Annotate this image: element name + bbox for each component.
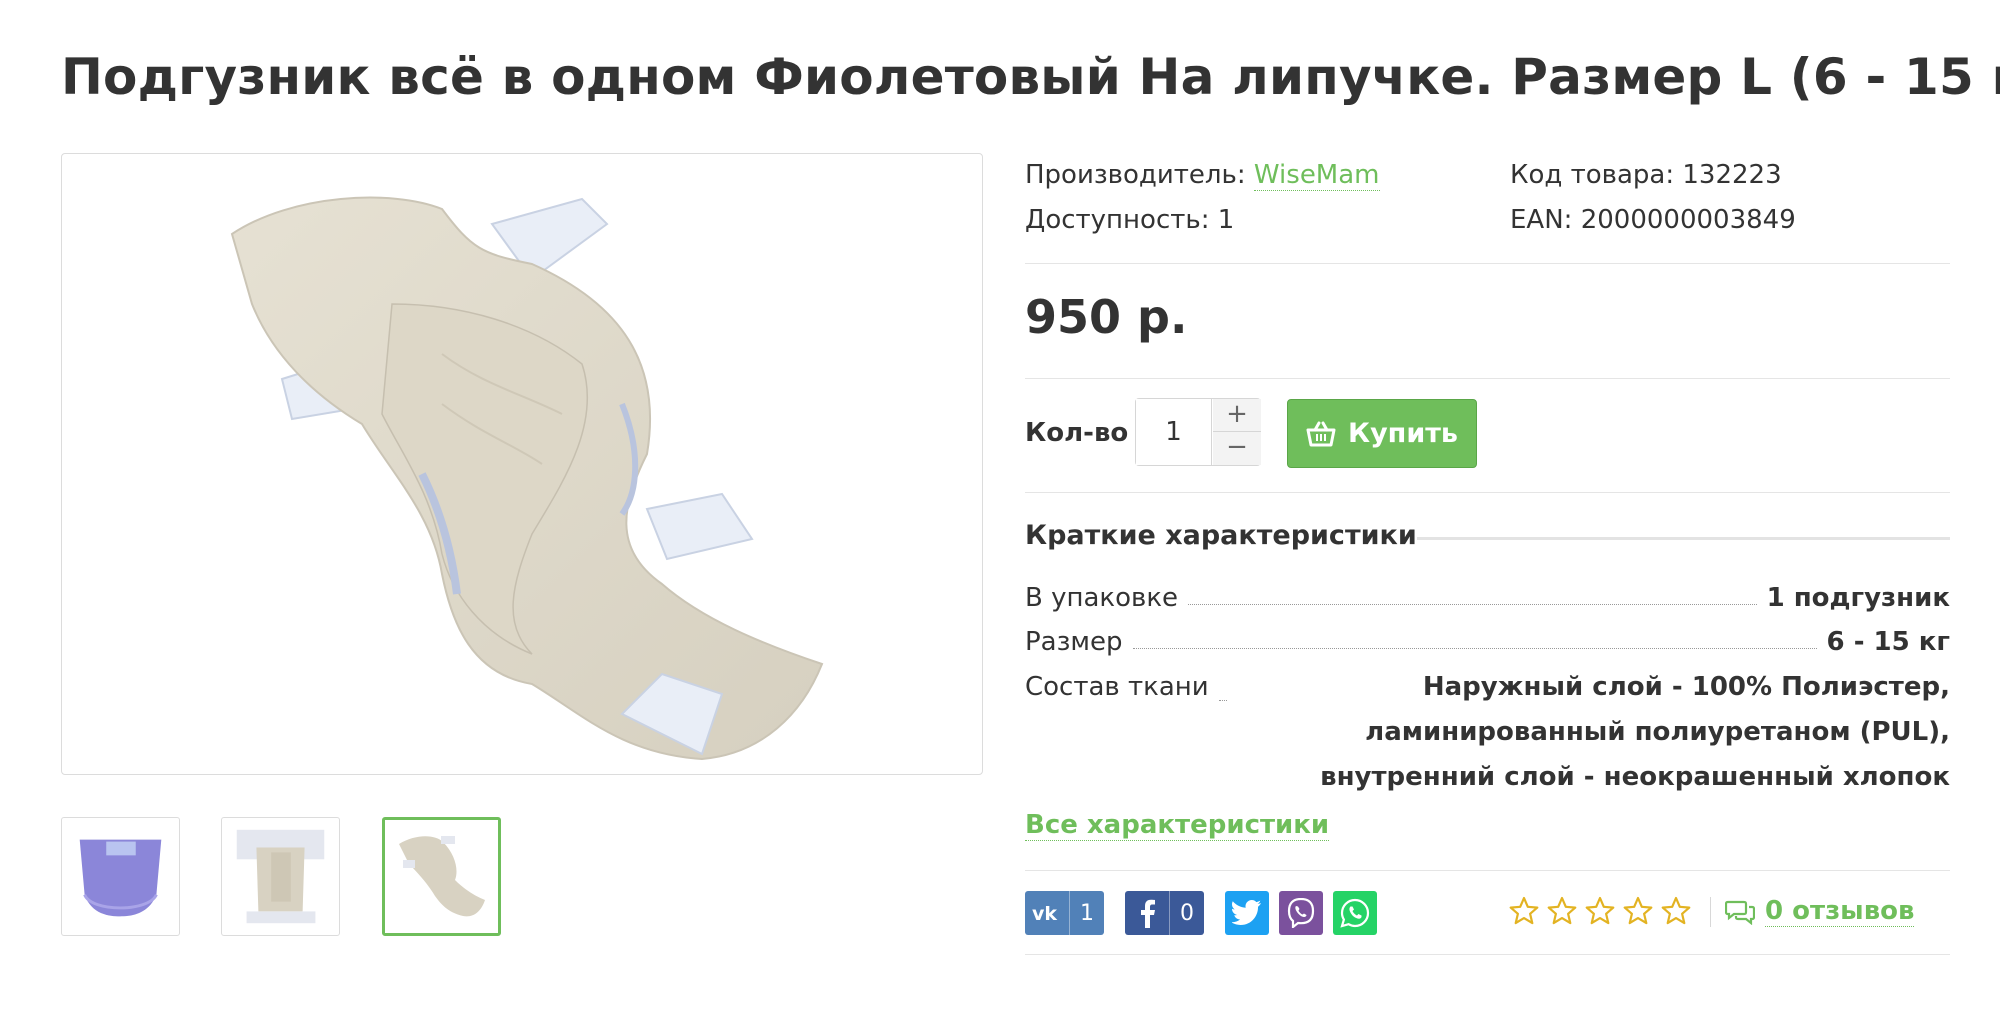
quantity-input[interactable] <box>1136 399 1212 465</box>
comments-icon <box>1725 900 1755 925</box>
diaper-open-illustration <box>230 196 824 761</box>
availability-value: 1 <box>1217 205 1235 235</box>
quantity-plus-button[interactable]: + <box>1213 399 1261 432</box>
facebook-icon <box>1125 891 1169 935</box>
basket-icon <box>1306 421 1336 446</box>
spec-dots <box>1132 648 1817 649</box>
viber-icon <box>1279 891 1323 935</box>
facebook-share-button[interactable]: 0 <box>1125 891 1204 935</box>
ean-label: EAN: <box>1510 205 1573 235</box>
star-outline-icon[interactable] <box>1584 895 1616 927</box>
spec-name: В упаковке <box>1025 583 1179 613</box>
star-outline-icon[interactable] <box>1622 895 1654 927</box>
diaper-inside-icon <box>236 829 325 924</box>
divider <box>1025 870 1950 871</box>
spec-row: В упаковке 1 подгузник <box>1025 583 1950 613</box>
buy-button[interactable]: Купить <box>1287 399 1477 468</box>
quantity-stepper: + − <box>1135 398 1261 466</box>
spec-value: 1 подгузник <box>1766 583 1950 613</box>
spec-value: 6 - 15 кг <box>1826 627 1950 657</box>
star-outline-icon[interactable] <box>1660 895 1692 927</box>
reviews-count: 0 отзывов <box>1765 896 1915 927</box>
thumbnail-diaper-inside[interactable] <box>221 817 340 936</box>
whatsapp-share-button[interactable] <box>1333 891 1377 935</box>
availability-row: Доступность: 1 <box>1025 205 1234 235</box>
availability-label: Доступность: <box>1025 205 1210 235</box>
rating-stars[interactable] <box>1508 895 1692 927</box>
divider <box>1025 954 1950 955</box>
vk-icon: vk <box>1025 891 1069 935</box>
spec-row: Размер 6 - 15 кг <box>1025 627 1950 657</box>
reviews-link[interactable]: 0 отзывов <box>1725 896 1915 927</box>
quantity-minus-button[interactable]: − <box>1213 432 1261 465</box>
thumbnail-diaper-front[interactable] <box>61 817 180 936</box>
facebook-share-count: 0 <box>1169 891 1204 935</box>
vk-share-count: 1 <box>1069 891 1104 935</box>
product-code-row: Код товара: 132223 <box>1510 160 1782 190</box>
vk-share-button[interactable]: vk 1 <box>1025 891 1104 935</box>
divider <box>1025 378 1950 379</box>
buy-button-label: Купить <box>1348 418 1458 449</box>
star-outline-icon[interactable] <box>1546 895 1578 927</box>
quantity-label: Кол-во <box>1025 418 1129 448</box>
svg-text:vk: vk <box>1032 903 1057 923</box>
twitter-share-button[interactable] <box>1225 891 1269 935</box>
whatsapp-icon <box>1333 891 1377 935</box>
product-code-label: Код товара: <box>1510 160 1675 190</box>
divider <box>1025 263 1950 264</box>
purple-diaper-icon <box>79 839 162 917</box>
product-title: Подгузник всё в одном Фиолетовый На липу… <box>61 48 2000 106</box>
twitter-icon <box>1225 891 1269 935</box>
manufacturer-row: Производитель: WiseMam <box>1025 160 1380 191</box>
thumbnail-diaper-open[interactable] <box>382 817 501 936</box>
manufacturer-link[interactable]: WiseMam <box>1253 160 1380 191</box>
spec-name: Размер <box>1025 627 1123 657</box>
spec-dots <box>1188 604 1757 605</box>
product-price: 950 р. <box>1025 290 1188 344</box>
rating-separator <box>1710 897 1711 927</box>
product-main-image[interactable] <box>61 153 983 775</box>
specs-title: Краткие характеристики <box>1025 520 1417 551</box>
diaper-open-icon <box>399 836 485 917</box>
star-outline-icon[interactable] <box>1508 895 1540 927</box>
divider <box>1025 492 1950 493</box>
spec-dots <box>1218 700 1227 701</box>
ean-row: EAN: 2000000003849 <box>1510 205 1796 235</box>
manufacturer-label: Производитель: <box>1025 160 1246 190</box>
specs-title-line <box>1417 537 1950 540</box>
viber-share-button[interactable] <box>1279 891 1323 935</box>
ean-value: 2000000003849 <box>1580 205 1796 235</box>
product-code: 132223 <box>1682 160 1782 190</box>
spec-value: Наружный слой - 100% Полиэстер, ламиниро… <box>1320 672 1950 792</box>
spec-row: Состав ткани Наружный слой - 100% Полиэс… <box>1025 672 1950 800</box>
spec-name: Состав ткани <box>1025 672 1209 702</box>
all-specs-link[interactable]: Все характеристики <box>1025 810 1330 841</box>
